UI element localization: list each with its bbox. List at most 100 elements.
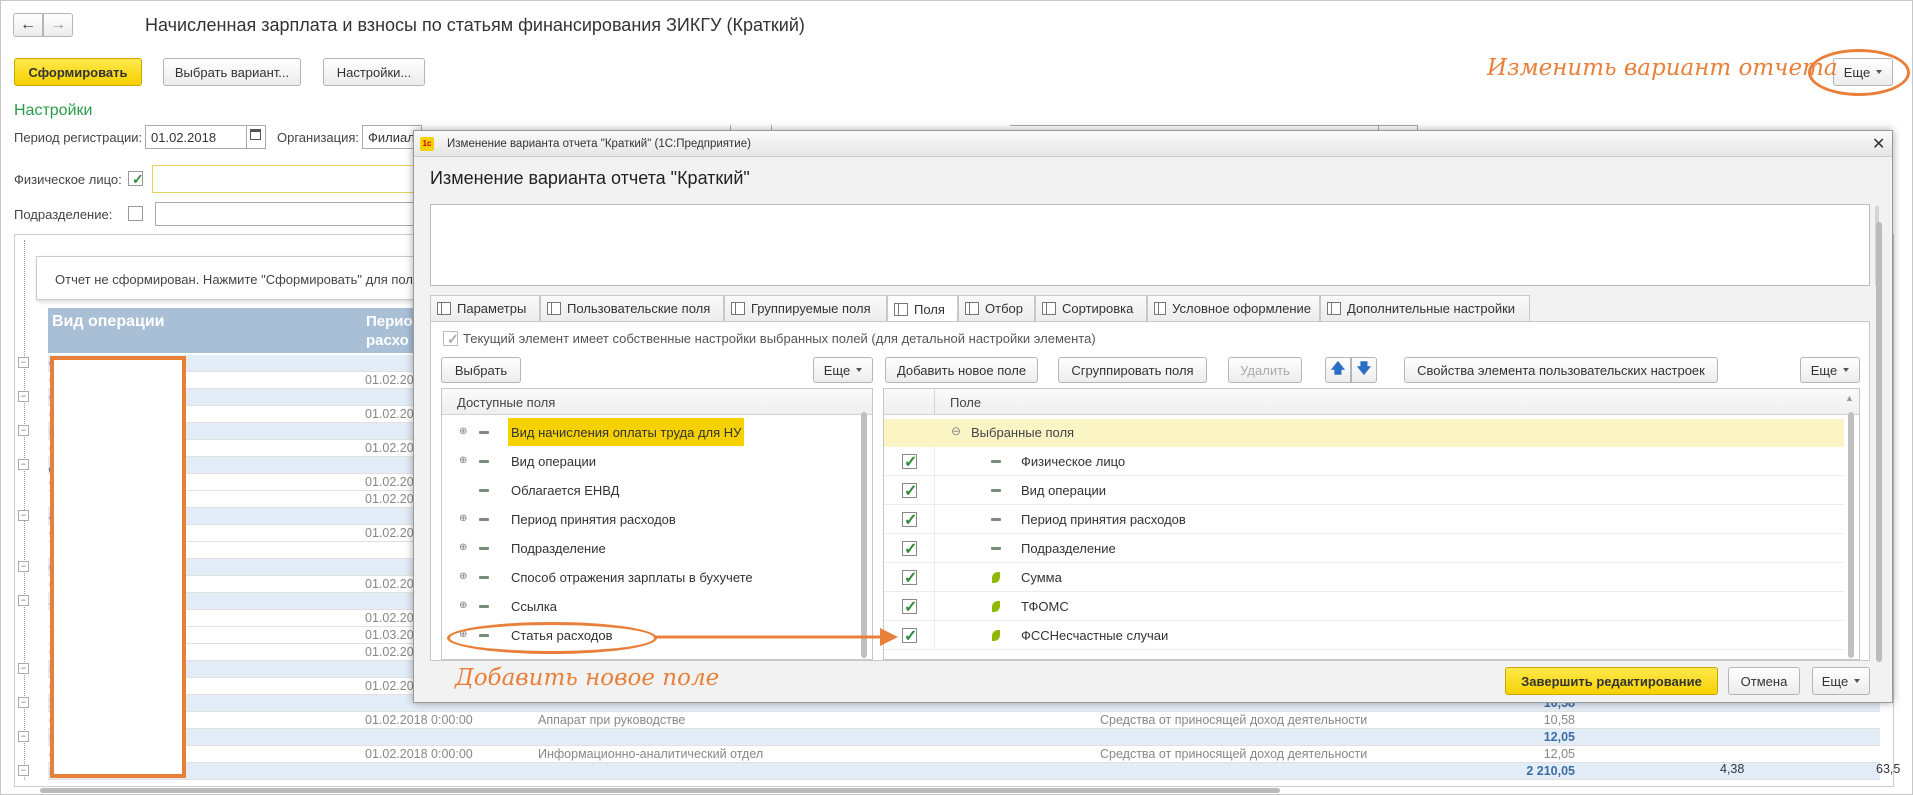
add-field-button[interactable]: Добавить новое поле [885, 357, 1038, 383]
collapse-icon[interactable]: − [18, 425, 29, 436]
calendar-button[interactable] [246, 125, 266, 149]
available-field[interactable]: Облагается ЕНВД [508, 476, 622, 504]
own-settings-checkbox[interactable]: ✓ [443, 331, 459, 346]
collapse-icon[interactable]: ⊖ [951, 424, 961, 438]
left-more-button[interactable]: Еще [813, 357, 873, 383]
selected-field[interactable]: Подразделение [1021, 534, 1116, 563]
description-area[interactable] [430, 204, 1870, 286]
field-icon [479, 460, 489, 463]
finish-editing-button[interactable]: Завершить редактирование [1505, 667, 1718, 695]
tab-6[interactable]: Сортировка [1035, 295, 1147, 321]
selected-field[interactable]: Период принятия расходов [1021, 505, 1186, 534]
right-more-button[interactable]: Еще [1800, 357, 1860, 383]
tab-8[interactable]: Дополнительные настройки [1320, 295, 1530, 321]
collapse-icon[interactable]: − [18, 357, 29, 368]
field-checkbox[interactable]: ✓ [902, 512, 917, 529]
selected-field[interactable]: ФССНесчастные случаи [1021, 621, 1168, 650]
tab-5[interactable]: Отбор [958, 295, 1035, 321]
own-settings-label: Текущий элемент имеет собственные настро… [463, 331, 1096, 346]
tab-2[interactable]: Пользовательские поля [540, 295, 724, 321]
available-scrollbar[interactable] [861, 412, 867, 658]
field-checkbox[interactable]: ✓ [902, 570, 917, 587]
checkmark-icon: ✓ [904, 599, 918, 616]
field-checkbox[interactable]: ✓ [902, 599, 918, 616]
collapse-icon[interactable]: − [18, 391, 29, 402]
selected-scrollbar-up[interactable]: ▲ [1845, 393, 1854, 403]
expand-icon[interactable]: ⊕ [459, 542, 467, 553]
generate-button[interactable]: Сформировать [14, 58, 142, 86]
collapse-icon[interactable]: − [18, 697, 29, 708]
close-icon[interactable]: ✕ [1872, 134, 1885, 154]
back-button[interactable]: ← [13, 13, 43, 37]
dialog-scrollbar[interactable] [1876, 222, 1882, 662]
collapse-icon[interactable]: − [18, 663, 29, 674]
tab-icon [1327, 302, 1341, 315]
col-operation-header: Вид операции [52, 313, 165, 330]
checkmark-icon: ✓ [904, 483, 918, 500]
available-field[interactable]: Способ отражения зарплаты в бухучете [508, 563, 756, 591]
move-down-button[interactable]: 🡇 [1351, 357, 1377, 383]
move-up-button[interactable]: 🡅 [1325, 357, 1351, 383]
forward-button[interactable]: → [43, 13, 73, 37]
annotation-ellipse-field [447, 622, 657, 654]
group-fields-button[interactable]: Сгруппировать поля [1058, 357, 1207, 383]
arrow-down-icon: 🡇 [1356, 360, 1372, 376]
1c-logo-icon: 1с [420, 137, 434, 151]
available-field[interactable]: Подразделение [508, 534, 609, 562]
not-generated-message: Отчет не сформирован. Нажмите "Сформиров… [55, 272, 420, 287]
collapse-icon[interactable]: − [18, 459, 29, 470]
row-source: Средства от приносящей доход деятельност… [1100, 747, 1368, 761]
expand-icon[interactable]: ⊕ [459, 455, 467, 466]
expand-icon[interactable]: ⊕ [459, 571, 467, 582]
person-input[interactable] [152, 165, 422, 193]
expand-icon[interactable]: ⊕ [459, 513, 467, 524]
expand-icon[interactable]: ⊕ [459, 600, 467, 611]
period-label: Период регистрации: [14, 130, 143, 145]
field-checkbox[interactable]: ✓ [902, 541, 917, 558]
annotation-ellipse-more [1808, 49, 1910, 96]
choose-variant-button[interactable]: Выбрать вариант... [163, 58, 301, 86]
redaction-box [50, 356, 186, 778]
available-field[interactable]: Вид начисления оплаты труда для НУ [508, 418, 745, 446]
delete-button[interactable]: Удалить [1228, 357, 1302, 383]
collapse-icon[interactable]: − [18, 731, 29, 742]
available-field[interactable]: Ссылка [508, 592, 560, 620]
selected-field[interactable]: Сумма [1021, 563, 1062, 592]
available-field[interactable]: Вид операции [508, 447, 599, 475]
collapse-icon[interactable]: − [18, 510, 29, 521]
row-date: 01.02.2018 0:00:00 [365, 713, 473, 727]
row-sum: 2 210,05 [1526, 764, 1575, 778]
selected-header-divider [934, 389, 935, 415]
collapse-icon[interactable]: − [18, 561, 29, 572]
cancel-button[interactable]: Отмена [1728, 667, 1800, 695]
page-title: Начисленная зарплата и взносы по статьям… [145, 15, 805, 35]
selected-scrollbar[interactable] [1848, 412, 1854, 658]
annotation-arrow [655, 628, 898, 646]
selected-field[interactable]: Вид операции [1021, 476, 1106, 505]
collapse-icon[interactable]: − [18, 595, 29, 606]
available-field[interactable]: Период принятия расходов [508, 505, 679, 533]
tab-1[interactable]: Параметры [430, 295, 540, 321]
dept-input[interactable] [155, 202, 422, 226]
tab-3[interactable]: Группируемые поля [724, 295, 887, 321]
person-checkbox[interactable]: ✓ [128, 171, 144, 186]
tab-label: Дополнительные настройки [1347, 301, 1516, 316]
tab-4[interactable]: Поля [887, 295, 958, 322]
period-input[interactable]: 01.02.2018 [145, 125, 247, 149]
dept-checkbox[interactable] [128, 206, 143, 221]
settings-button[interactable]: Настройки... [323, 58, 425, 86]
selected-field[interactable]: ТФОМС [1021, 592, 1069, 621]
expand-icon[interactable]: ⊕ [459, 426, 467, 437]
footer-more-button[interactable]: Еще [1812, 667, 1870, 695]
field-column-header: Поле [950, 395, 982, 410]
tab-7[interactable]: Условное оформление [1147, 295, 1320, 321]
element-props-button[interactable]: Свойства элемента пользовательских настр… [1404, 357, 1718, 383]
field-checkbox[interactable]: ✓ [902, 454, 917, 471]
field-checkbox[interactable]: ✓ [902, 483, 918, 500]
dept-label: Подразделение: [14, 207, 113, 222]
selected-field[interactable]: Физическое лицо [1021, 447, 1125, 476]
horizontal-scrollbar[interactable] [40, 788, 1280, 793]
collapse-icon[interactable]: − [18, 765, 29, 776]
field-checkbox[interactable]: ✓ [902, 628, 917, 645]
select-button[interactable]: Выбрать [441, 357, 521, 383]
